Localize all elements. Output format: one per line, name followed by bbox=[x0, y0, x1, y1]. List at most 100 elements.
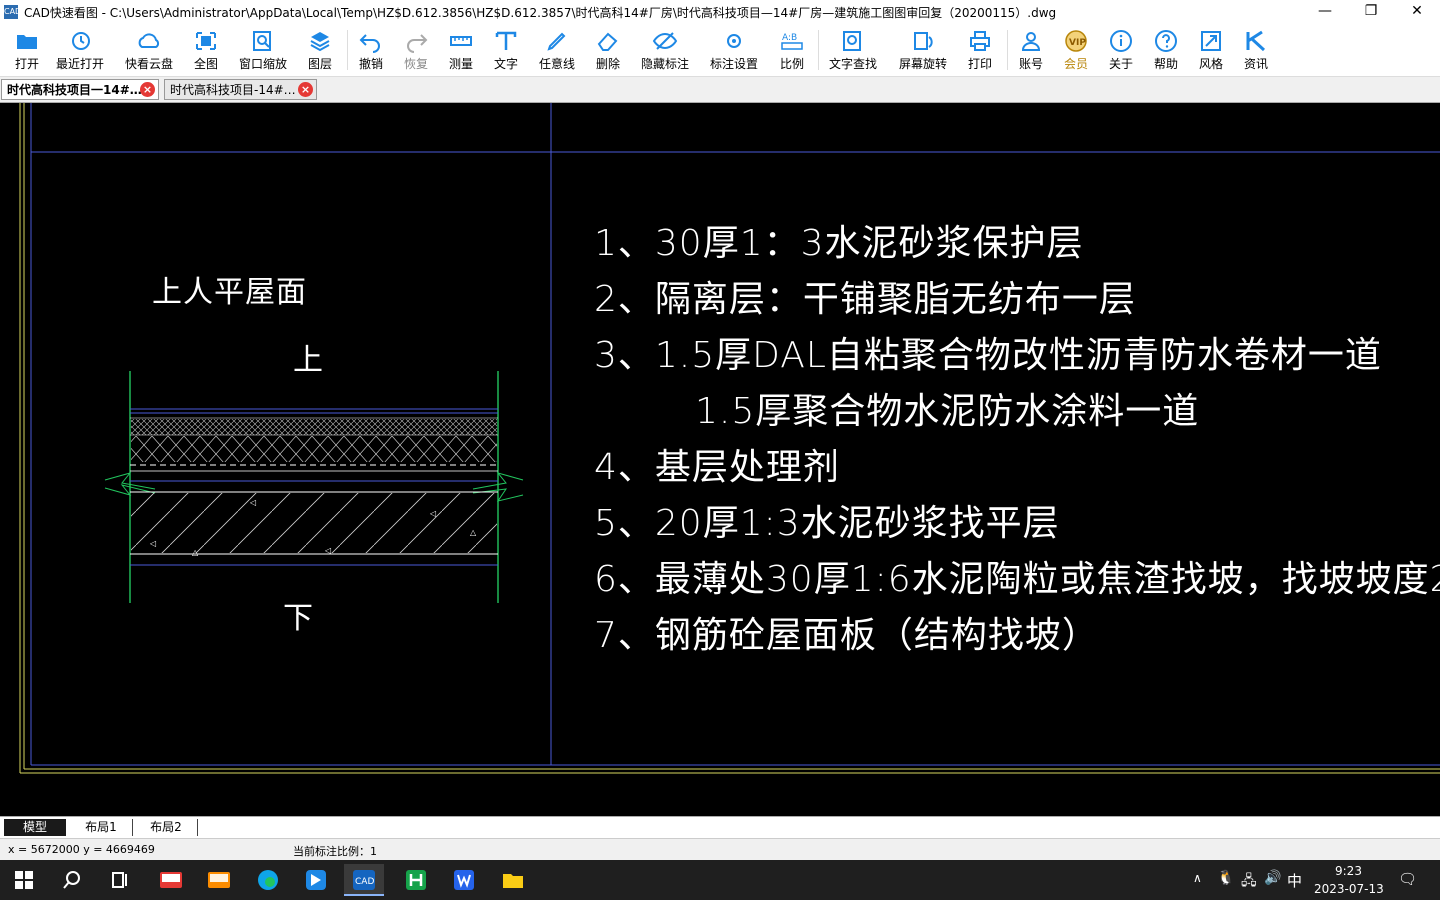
drawing-canvas[interactable]: ◁ ◁ △ ◁ ◁ △ 上人平屋面 上 下 1、30厚1：3水泥砂浆保护层 2、… bbox=[0, 103, 1440, 816]
clock-time[interactable]: 9:23 bbox=[1335, 864, 1362, 878]
undo-icon bbox=[359, 34, 380, 53]
notification-icon[interactable]: 🗨 bbox=[1398, 870, 1417, 888]
main-toolbar: 打开 最近打开 快看云盘 全图 窗口缩放 图层 撤销 恢复 测量 文字 任意线 bbox=[0, 24, 1440, 77]
tray-overflow-icon[interactable]: ∧ bbox=[1193, 871, 1202, 885]
network-icon[interactable]: 🖧 bbox=[1241, 870, 1257, 894]
cloud-icon bbox=[138, 33, 160, 48]
print-button[interactable]: 打印 bbox=[953, 27, 1007, 73]
tab-layout1[interactable]: 布局1 bbox=[70, 819, 133, 836]
help-icon bbox=[1155, 30, 1177, 52]
hide-annotation-button[interactable]: 隐藏标注 bbox=[638, 27, 692, 73]
news-button[interactable]: 资讯 bbox=[1229, 27, 1283, 73]
search-icon bbox=[63, 871, 80, 889]
note-line-3b: 1.5厚聚合物水泥防水涂料一道 bbox=[695, 391, 1200, 432]
rotate-screen-button[interactable]: 屏幕旋转 bbox=[896, 27, 950, 73]
eraser-icon bbox=[597, 32, 618, 51]
rotate-icon bbox=[914, 32, 933, 50]
close-tab-icon[interactable]: × bbox=[140, 82, 155, 97]
wps-icon bbox=[454, 870, 474, 890]
app-icon: CAD bbox=[4, 5, 21, 19]
folder-icon bbox=[17, 35, 37, 49]
taskbar-nbg-app2[interactable] bbox=[199, 864, 239, 896]
annotation-scale: 当前标注比例：1 bbox=[293, 845, 377, 858]
maximize-button[interactable]: ❐ bbox=[1348, 0, 1394, 24]
status-bar: x = 5672000 y = 4669469 当前标注比例：1 bbox=[0, 838, 1440, 861]
note-line-7: 7、钢筋砼屋面板（结构找坡） bbox=[594, 615, 1099, 656]
delete-button[interactable]: 删除 bbox=[581, 27, 635, 73]
text-search-button[interactable]: 文字查找 bbox=[826, 27, 880, 73]
scale-button[interactable]: A:B 比例 bbox=[765, 27, 819, 73]
hide-icon bbox=[652, 32, 678, 50]
nbg-app2-icon bbox=[208, 872, 230, 888]
ime-indicator[interactable]: 中 bbox=[1287, 870, 1302, 891]
edge-icon bbox=[258, 870, 278, 890]
taskbar-feishu[interactable] bbox=[296, 864, 336, 896]
cloud-button[interactable]: 快看云盘 bbox=[122, 27, 176, 73]
svg-text:◁: ◁ bbox=[429, 509, 436, 518]
volume-icon[interactable]: 🔊 bbox=[1264, 870, 1281, 886]
news-icon bbox=[1246, 30, 1266, 52]
layers-icon bbox=[310, 32, 330, 52]
svg-text:△: △ bbox=[192, 548, 199, 557]
recent-button[interactable]: 最近打开 bbox=[53, 27, 107, 73]
redo-icon bbox=[407, 34, 428, 53]
style-icon bbox=[1201, 31, 1221, 51]
qq-tray-icon[interactable]: 🐧 bbox=[1217, 870, 1234, 886]
bottom-side-label: 下 bbox=[283, 601, 314, 636]
taskbar-file-explorer[interactable] bbox=[493, 864, 533, 896]
svg-text:CAD: CAD bbox=[355, 877, 374, 887]
roof-section-detail: ◁ ◁ △ ◁ ◁ △ bbox=[104, 371, 524, 603]
windows-taskbar: CAD ∧ 🐧 🖧 🔊 中 9:23 2023-07-13 🗨 bbox=[0, 860, 1440, 900]
roof-title-label: 上人平屋面 bbox=[152, 275, 307, 310]
zoom-window-icon bbox=[253, 31, 271, 51]
tab-layout2[interactable]: 布局2 bbox=[135, 819, 198, 836]
task-view-icon bbox=[112, 872, 127, 888]
text-icon bbox=[495, 31, 517, 50]
note-line-2: 2、隔离层：干铺聚脂无纺布一层 bbox=[594, 279, 1136, 320]
window-title: CAD快速看图 - C:\Users\Administrator\AppData… bbox=[24, 5, 1057, 20]
freehand-line-button[interactable]: 任意线 bbox=[530, 27, 584, 73]
taskbar-green-app[interactable] bbox=[396, 864, 436, 896]
layout-tab-bar: 模型 布局1 布局2 bbox=[0, 816, 1440, 839]
cad-viewer-icon: CAD bbox=[353, 870, 375, 890]
open-button[interactable]: 打开 bbox=[0, 27, 54, 73]
fit-all-icon bbox=[196, 32, 216, 50]
note-line-4: 4、基层处理剂 bbox=[594, 447, 840, 488]
pen-icon bbox=[547, 32, 566, 51]
clock-date[interactable]: 2023-07-13 bbox=[1314, 882, 1384, 896]
svg-text:A:B: A:B bbox=[782, 33, 797, 43]
svg-text:◁: ◁ bbox=[249, 498, 256, 507]
text-search-icon bbox=[843, 31, 861, 51]
zoom-window-button[interactable]: 窗口缩放 bbox=[236, 27, 290, 73]
taskbar-nbg-app[interactable] bbox=[151, 864, 191, 896]
close-button[interactable]: ✕ bbox=[1394, 0, 1440, 24]
file-explorer-icon bbox=[503, 874, 523, 888]
minimize-button[interactable]: — bbox=[1302, 0, 1348, 24]
document-tab-2[interactable]: 时代高科技项目-14#… × bbox=[164, 79, 317, 100]
scale-icon: A:B bbox=[781, 33, 803, 50]
info-icon bbox=[1110, 30, 1132, 52]
feishu-icon bbox=[306, 870, 326, 890]
layers-button[interactable]: 图层 bbox=[293, 27, 347, 73]
task-view-button[interactable] bbox=[100, 864, 140, 896]
account-icon bbox=[1021, 32, 1041, 51]
document-tab-1[interactable]: 时代高科技项目一14#… × bbox=[1, 79, 159, 100]
taskbar-cad-viewer[interactable]: CAD bbox=[344, 864, 384, 896]
taskbar-wps[interactable] bbox=[444, 864, 484, 896]
vip-icon: VIP bbox=[1065, 30, 1087, 52]
close-tab-icon[interactable]: × bbox=[298, 82, 313, 97]
note-line-3: 3、1.5厚DAL自粘聚合物改性沥青防水卷材一道 bbox=[594, 335, 1382, 376]
note-line-6: 6、最薄处30厚1:6水泥陶粒或焦渣找坡，找坡坡度2% bbox=[594, 559, 1440, 600]
start-icon bbox=[15, 871, 33, 889]
text-button[interactable]: 文字 bbox=[479, 27, 533, 73]
document-tab-bar: 时代高科技项目一14#… × 时代高科技项目-14#… × bbox=[0, 77, 1440, 103]
taskbar-search[interactable] bbox=[52, 864, 92, 896]
note-line-5: 5、20厚1:3水泥砂浆找平层 bbox=[594, 503, 1060, 544]
note-line-1: 1、30厚1：3水泥砂浆保护层 bbox=[594, 223, 1084, 264]
start-button[interactable] bbox=[4, 864, 44, 896]
fit-all-button[interactable]: 全图 bbox=[179, 27, 233, 73]
annotation-settings-button[interactable]: 标注设置 bbox=[707, 27, 761, 73]
taskbar-edge[interactable] bbox=[248, 864, 288, 896]
nbg-app-icon bbox=[160, 872, 182, 888]
tab-model[interactable]: 模型 bbox=[4, 819, 66, 836]
